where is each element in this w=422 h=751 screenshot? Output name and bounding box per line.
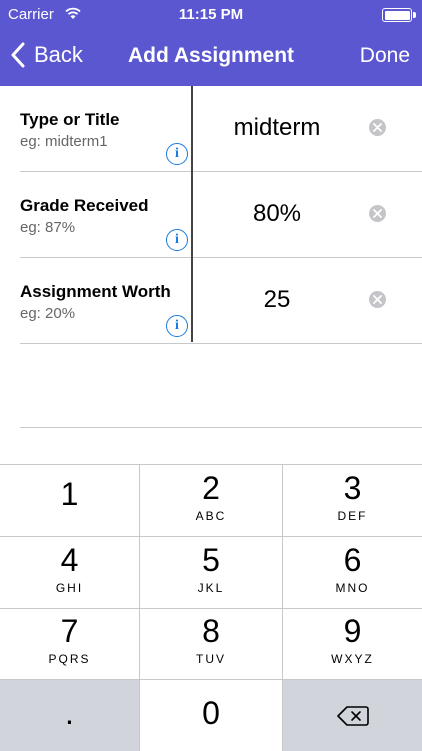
- clock: 11:15 PM: [178, 6, 244, 23]
- key-number: 8: [202, 613, 220, 649]
- clear-icon[interactable]: [369, 205, 386, 222]
- assignment-form: Type or Title eg: midterm1 i midterm Gra…: [0, 86, 422, 344]
- info-icon[interactable]: i: [166, 143, 188, 165]
- field-label: Assignment Worth: [20, 282, 171, 301]
- key-number: 1: [60, 476, 79, 512]
- clear-icon[interactable]: [369, 291, 386, 308]
- key-4[interactable]: 4 GHI: [0, 543, 139, 609]
- key-7[interactable]: 7 PQRS: [0, 614, 139, 680]
- key-number: 6: [343, 542, 362, 578]
- key-number: 9: [343, 613, 362, 649]
- keypad-divider: [139, 465, 140, 751]
- key-letters: MNO: [335, 581, 370, 595]
- key-3[interactable]: 3 DEF: [283, 471, 422, 537]
- title-input[interactable]: midterm: [192, 114, 362, 142]
- field-label: Type or Title: [20, 110, 120, 129]
- key-0[interactable]: 0: [140, 680, 282, 751]
- done-button[interactable]: Done: [360, 44, 410, 68]
- key-2[interactable]: 2 ABC: [140, 471, 282, 537]
- key-number: 5: [202, 542, 220, 578]
- clear-icon[interactable]: [369, 119, 386, 136]
- keypad-divider: [0, 679, 422, 680]
- key-6[interactable]: 6 MNO: [283, 543, 422, 609]
- key-letters: TUV: [196, 652, 226, 666]
- info-icon[interactable]: i: [166, 315, 188, 337]
- battery-icon: [382, 8, 416, 22]
- grade-input[interactable]: 80%: [192, 200, 362, 228]
- field-hint: eg: 20%: [20, 305, 76, 322]
- key-9[interactable]: 9 WXYZ: [283, 614, 422, 680]
- field-hint: eg: midterm1: [20, 133, 108, 150]
- key-number: 2: [202, 470, 220, 506]
- key-letters: WXYZ: [331, 652, 374, 666]
- keypad-divider: [0, 608, 422, 609]
- key-decimal[interactable]: .: [0, 680, 139, 751]
- keypad-divider: [0, 536, 422, 537]
- page-title: Add Assignment: [127, 44, 295, 67]
- key-letters: DEF: [337, 509, 368, 523]
- backspace-icon: [336, 706, 369, 726]
- worth-input[interactable]: 25: [192, 286, 362, 314]
- key-letters: PQRS: [48, 652, 91, 666]
- key-number: 0: [202, 695, 220, 731]
- key-8[interactable]: 8 TUV: [140, 614, 282, 680]
- key-letters: GHI: [55, 581, 84, 595]
- key-1[interactable]: 1: [0, 471, 139, 537]
- number-keypad: 1 2 ABC 3 DEF 4 GHI 5 JKL 6 MNO 7 PQRS 8…: [0, 464, 422, 751]
- info-icon[interactable]: i: [166, 229, 188, 251]
- field-row-title: Type or Title eg: midterm1 i midterm: [20, 86, 422, 172]
- separator: [20, 427, 422, 428]
- key-letters: ABC: [195, 509, 227, 523]
- key-number: 7: [60, 613, 79, 649]
- navigation-bar: Back Add Assignment Done: [0, 28, 422, 86]
- column-divider: [191, 86, 193, 342]
- status-bar: Carrier 11:15 PM: [0, 0, 422, 28]
- key-number: .: [65, 695, 74, 731]
- field-row-grade: Grade Received eg: 87% i 80%: [20, 172, 422, 258]
- key-number: 3: [343, 470, 362, 506]
- delete-key[interactable]: [283, 680, 422, 751]
- keypad-divider: [282, 465, 283, 751]
- field-hint: eg: 87%: [20, 219, 76, 236]
- key-letters: JKL: [197, 581, 225, 595]
- field-row-worth: Assignment Worth eg: 20% i 25: [20, 258, 422, 344]
- top-bar: Carrier 11:15 PM Back Add Assignment Don…: [0, 0, 422, 86]
- key-5[interactable]: 5 JKL: [140, 543, 282, 609]
- key-number: 4: [60, 542, 79, 578]
- field-label: Grade Received: [20, 196, 149, 215]
